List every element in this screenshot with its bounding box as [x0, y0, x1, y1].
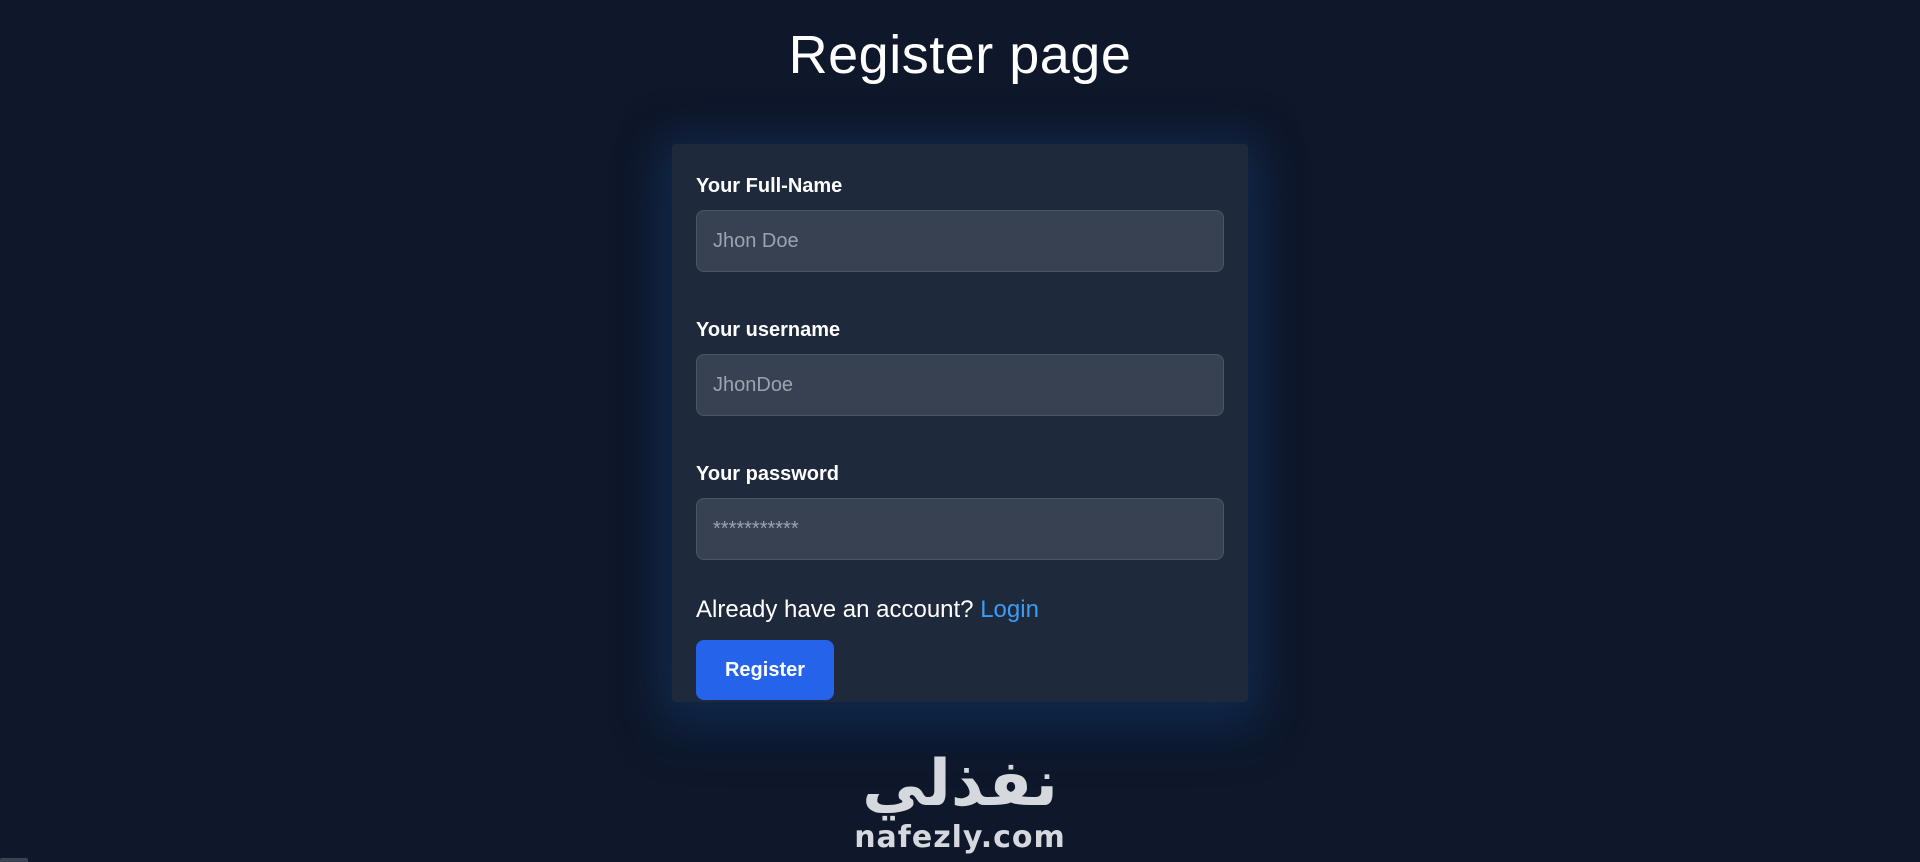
- register-button[interactable]: Register: [696, 640, 834, 700]
- fullname-group: Your Full-Name: [696, 172, 1224, 272]
- password-label: Your password: [696, 463, 839, 485]
- account-prompt-line: Already have an account? Login: [696, 594, 1224, 626]
- brand-logo-arabic: نفذلي: [862, 747, 1058, 821]
- register-form: Your Full-Name Your username Your passwo…: [672, 144, 1248, 702]
- password-input[interactable]: [696, 498, 1224, 560]
- password-group: Your password: [696, 460, 1224, 560]
- brand-logo-latin: nafezly.com: [854, 820, 1066, 855]
- username-input[interactable]: [696, 354, 1224, 416]
- register-page: Register page Your Full-Name Your userna…: [0, 0, 1920, 862]
- brand-logo: نفذلي nafezly.com: [840, 748, 1080, 862]
- username-group: Your username: [696, 316, 1224, 416]
- page-title: Register page: [788, 25, 1132, 85]
- fullname-input[interactable]: [696, 210, 1224, 272]
- login-link[interactable]: Login: [980, 596, 1039, 623]
- username-label: Your username: [696, 319, 841, 341]
- account-prompt-text: Already have an account?: [696, 596, 974, 623]
- fullname-label: Your Full-Name: [696, 175, 843, 197]
- corner-scroll-indicator: [0, 858, 28, 862]
